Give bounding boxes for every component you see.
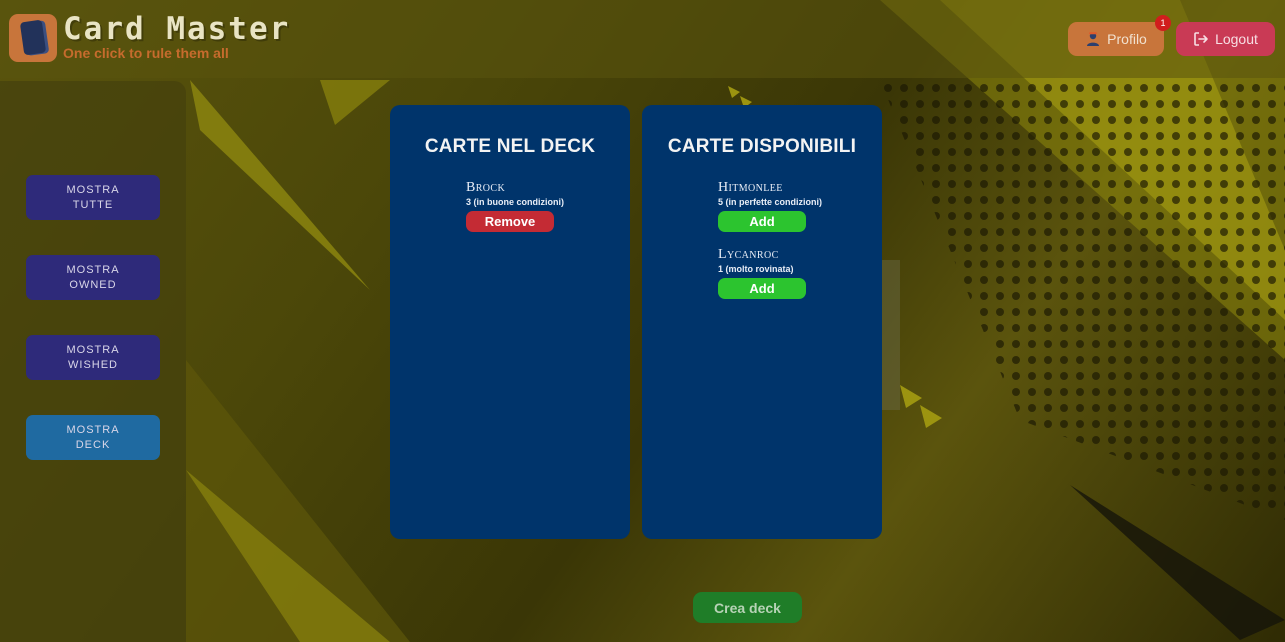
sidebar-item-mostra-wished[interactable]: Mostra wished — [26, 335, 160, 380]
profile-button[interactable]: Profilo 1 — [1068, 15, 1171, 56]
available-panel-title: CARTE DISPONIBILI — [667, 136, 857, 157]
logout-button[interactable]: Logout — [1176, 22, 1275, 56]
add-card-button[interactable]: Add — [718, 278, 806, 299]
add-card-button[interactable]: Add — [718, 211, 806, 232]
card-name: Lycanroc — [718, 247, 779, 262]
logout-icon — [1194, 32, 1208, 46]
logo-icon — [9, 14, 57, 62]
card-condition: 1 (molto rovinata) — [718, 264, 794, 274]
remove-card-button[interactable]: Remove — [466, 211, 554, 232]
top-header: Card Master One click to rule them all P… — [0, 0, 1285, 78]
card-condition: 3 (in buone condizioni) — [466, 197, 564, 207]
deck-card-item: Brock 3 (in buone condizioni) Remove — [466, 180, 564, 232]
sidebar-item-mostra-deck[interactable]: Mostra deck — [26, 415, 160, 460]
deck-panel-title: CARTE NEL DECK — [424, 136, 596, 157]
app-subtitle: One click to rule them all — [63, 45, 229, 61]
sidebar: Mostra tutte Mostra owned Mostra wished … — [0, 81, 186, 642]
card-back-icon — [19, 19, 47, 56]
available-panel — [642, 105, 882, 539]
available-card-item: Hitmonlee 5 (in perfette condizioni) Add — [718, 180, 822, 232]
notification-badge: 1 — [1155, 15, 1171, 31]
card-name: Hitmonlee — [718, 180, 783, 195]
available-card-item: Lycanroc 1 (molto rovinata) Add — [718, 247, 806, 299]
card-name: Brock — [466, 180, 506, 195]
deck-panel — [390, 105, 630, 539]
sidebar-item-mostra-tutte[interactable]: Mostra tutte — [26, 175, 160, 220]
sidebar-item-mostra-owned[interactable]: Mostra owned — [26, 255, 160, 300]
card-condition: 5 (in perfette condizioni) — [718, 197, 823, 207]
user-icon — [1087, 32, 1100, 46]
app-title: Card Master — [63, 11, 291, 47]
logout-label: Logout — [1215, 31, 1258, 47]
profile-label: Profilo — [1107, 31, 1147, 47]
create-deck-button[interactable]: Crea deck — [693, 592, 802, 623]
